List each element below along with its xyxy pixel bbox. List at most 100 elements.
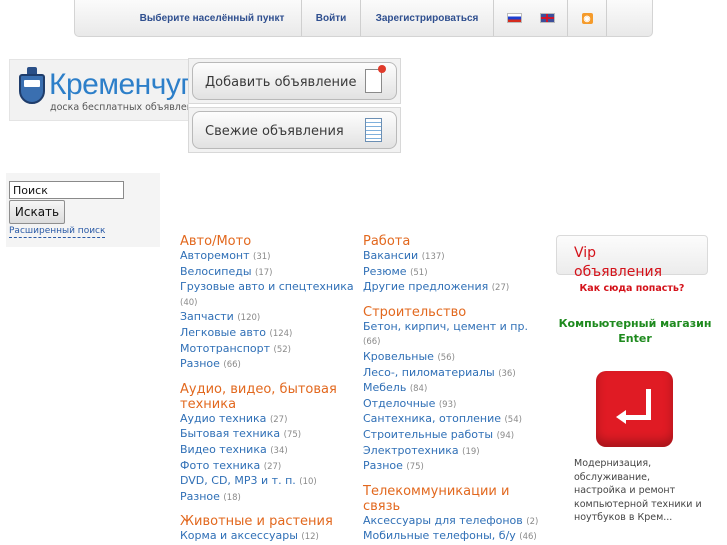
category-link[interactable]: Кровельные (56) [363,350,548,366]
category-count: (52) [273,344,291,355]
category-name: Кровельные [363,349,434,363]
category-count: (66) [223,360,241,371]
category-link[interactable]: Бетон, кирпич, цемент и пр. (66) [363,320,548,350]
category-link[interactable]: Велосипеды (17) [180,265,360,281]
category-link[interactable]: Отделочные (93) [363,397,548,413]
category-link[interactable]: Фото техника (27) [180,459,360,475]
category-group-title[interactable]: Телекоммуникации и связь [363,484,548,514]
category-link[interactable]: Авторемонт (31) [180,249,360,265]
category-group-title[interactable]: Строительство [363,305,548,320]
category-count: (36) [498,368,516,379]
category-link[interactable]: Другие предложения (27) [363,280,548,296]
category-count: (124) [269,328,293,339]
category-link[interactable]: Аксессуары для телефонов (2) [363,514,548,530]
search-panel: Искать Расширенный поиск [6,173,160,247]
category-count: (75) [406,462,424,473]
category-count: (56) [437,352,455,363]
category-count: (137) [421,252,445,262]
category-name: Лесо-, пиломатериалы [363,365,495,379]
lang-en-button[interactable] [527,0,567,36]
add-ad-button-face: Добавить объявление [192,62,397,100]
category-group: Аудио, видео, бытовая техника Аудио техни… [180,382,360,506]
category-group: Авто/Мото Авторемонт (31) Велосипеды (17) Г… [180,234,360,373]
category-name: Аудио техника [180,411,267,425]
category-name: Велосипеды [180,264,252,278]
category-link[interactable]: Вакансии (137) [363,249,548,265]
select-location-link[interactable]: Выберите населённый пункт [122,0,302,36]
category-name: Строительные работы [363,427,494,441]
add-ad-button[interactable]: Добавить объявление [188,58,401,104]
category-count: (18) [223,492,241,503]
category-link[interactable]: Разное (75) [363,459,548,475]
category-count: (2) [526,516,539,527]
logo-title: Кременчуг [49,68,189,101]
category-count: (75) [283,430,302,441]
category-name: Грузовые авто и спецтехника [180,280,354,294]
flag-en-icon [539,13,555,23]
category-name: Мототранспорт [180,341,271,355]
category-count: (31) [253,252,271,262]
category-name: Вакансии [363,249,419,262]
category-name: DVD, CD, MP3 и т. п. [180,474,296,488]
category-name: Разное [180,489,220,503]
category-group: Строительство Бетон, кирпич, цемент и пр.… [363,305,548,475]
vip-how-to-link[interactable]: Как сюда попасть? [556,283,708,294]
category-link[interactable]: Видео техника (34) [180,443,360,459]
category-link[interactable]: Мототранспорт (52) [180,342,360,358]
category-link[interactable]: Грузовые авто и спецтехника (40) [180,280,360,310]
category-name: Электротехника [363,443,459,457]
category-link[interactable]: Разное (66) [180,357,360,373]
rss-link[interactable]: ◉ [568,0,606,36]
category-link[interactable]: Лесо-, пиломатериалы (36) [363,366,548,382]
category-link[interactable]: Мобильные телефоны, б/у (46) [363,529,548,545]
search-button[interactable]: Искать [9,200,65,224]
category-name: Мобильные телефоны, б/у [363,529,516,543]
category-link[interactable]: Электротехника (19) [363,444,548,460]
category-name: Разное [180,357,220,371]
vip-shop-name-link[interactable]: Компьютерный магазин Enter [556,317,714,346]
category-name: Отделочные [363,396,436,410]
category-count: (40) [180,297,198,308]
category-name: Фото техника [180,458,261,472]
category-link[interactable]: Бытовая техника (75) [180,427,360,443]
category-link[interactable]: Сантехника, отопление (54) [363,412,548,428]
category-count: (19) [462,446,480,457]
category-group-title[interactable]: Животные и растения [180,514,360,529]
category-link[interactable]: Легковые авто (124) [180,326,360,342]
nav-divider [606,0,607,36]
category-group-title[interactable]: Работа [363,234,548,249]
category-count: (120) [237,313,261,324]
register-link[interactable]: Зарегистрироваться [361,0,493,36]
category-name: Другие предложения [363,280,489,294]
category-link[interactable]: DVD, CD, MP3 и т. п. (10) [180,474,360,490]
category-name: Корма и аксессуары [180,529,298,543]
vip-shop-banner[interactable] [589,361,680,451]
category-column-1: Авто/Мото Авторемонт (31) Велосипеды (17) Г… [180,234,360,545]
category-count: (84) [409,384,428,395]
add-ad-label: Добавить объявление [205,75,357,90]
category-count: (27) [491,283,510,294]
category-name: Аксессуары для телефонов [363,513,523,527]
flag-ru-icon [506,13,522,23]
category-count: (54) [504,415,522,426]
advanced-search-link[interactable]: Расширенный поиск [9,226,106,238]
category-link[interactable]: Резюме (51) [363,265,548,281]
category-count: (10) [299,477,317,488]
category-link[interactable]: Разное (18) [180,490,360,506]
category-name: Сантехника, отопление [363,412,501,426]
category-link[interactable]: Корма и аксессуары (12) [180,529,360,545]
category-group-title[interactable]: Авто/Мото [180,234,360,249]
login-link[interactable]: Войти [302,0,360,36]
category-count: (51) [410,267,428,278]
category-name: Авторемонт [180,249,250,262]
site-logo[interactable]: Кременчуг доска бесплатных объявлений [9,59,189,121]
category-group-title[interactable]: Аудио, видео, бытовая техника [180,382,360,412]
category-count: (93) [438,399,457,410]
search-input[interactable] [9,181,124,199]
category-link[interactable]: Строительные работы (94) [363,428,548,444]
category-link[interactable]: Аудио техника (27) [180,412,360,428]
category-link[interactable]: Запчасти (120) [180,310,360,326]
document-list-icon [365,118,382,142]
fresh-ads-button[interactable]: Свежие объявления [188,107,401,153]
category-link[interactable]: Мебель (84) [363,381,548,397]
